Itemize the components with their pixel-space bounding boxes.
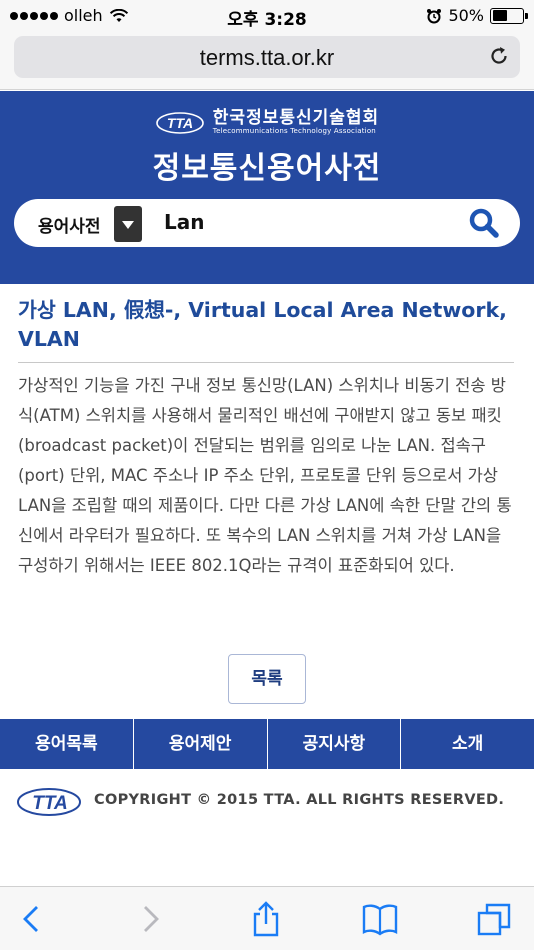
url-text: terms.tta.or.kr: [199, 45, 335, 70]
list-button[interactable]: 목록: [228, 654, 306, 704]
svg-text:TTA: TTA: [167, 115, 193, 131]
tabs-icon[interactable]: [476, 901, 512, 937]
search-input[interactable]: Lan: [164, 210, 204, 234]
status-right: 50%: [426, 6, 528, 25]
alarm-icon: [427, 8, 442, 23]
site-header: TTA 한국정보통신기술협회 Telecommunications Techno…: [0, 91, 534, 284]
search-bar: 용어사전 Lan: [14, 199, 520, 247]
footer-tta-logo-icon: TTA: [17, 788, 81, 816]
nav-item-term-proposal[interactable]: 용어제안: [134, 719, 268, 769]
term-description: 가상적인 기능을 가진 구내 정보 통신망(LAN) 스위치나 비동기 전송 방…: [18, 376, 512, 575]
site-title[interactable]: 정보통신용어사전: [0, 143, 534, 187]
back-icon[interactable]: [14, 901, 50, 937]
nav-item-notices[interactable]: 공지사항: [268, 719, 402, 769]
search-icon[interactable]: [468, 207, 500, 239]
browser-address-bar: terms.tta.or.kr: [0, 32, 534, 90]
dropdown-arrow-icon[interactable]: [114, 206, 142, 242]
share-icon[interactable]: [248, 901, 284, 937]
tta-logo-icon: TTA: [155, 111, 204, 134]
url-field[interactable]: terms.tta.or.kr: [14, 36, 520, 78]
nav-item-term-list[interactable]: 용어목록: [0, 719, 134, 769]
term-title: 가상 LAN, 假想-, Virtual Local Area Network,…: [18, 298, 507, 351]
browser-toolbar: [0, 886, 534, 950]
svg-text:TTA: TTA: [32, 793, 68, 814]
status-bar: olleh 오후 3:28 50%: [0, 0, 534, 32]
org-name: 한국정보통신기술협회 Telecommunications Technology…: [213, 109, 379, 136]
forward-icon[interactable]: [132, 901, 168, 937]
reload-icon[interactable]: [488, 45, 510, 67]
org-logo[interactable]: TTA 한국정보통신기술협회 Telecommunications Techno…: [0, 109, 534, 136]
bookmarks-icon[interactable]: [362, 901, 398, 937]
search-category-select[interactable]: 용어사전: [38, 212, 101, 237]
battery-percent: 50%: [448, 6, 484, 25]
org-name-ko: 한국정보통신기술협회: [212, 108, 380, 128]
nav-item-about[interactable]: 소개: [401, 719, 534, 769]
site-footer: TTA COPYRIGHT © 2015 TTA. ALL RIGHTS RES…: [0, 770, 534, 886]
battery-icon: [490, 7, 528, 24]
copyright-text: COPYRIGHT © 2015 TTA. ALL RIGHTS RESERVE…: [94, 792, 505, 808]
divider: [18, 362, 514, 363]
footer-nav: 용어목록 용어제안 공지사항 소개: [0, 719, 534, 769]
org-name-en: Telecommunications Technology Associatio…: [212, 127, 376, 135]
